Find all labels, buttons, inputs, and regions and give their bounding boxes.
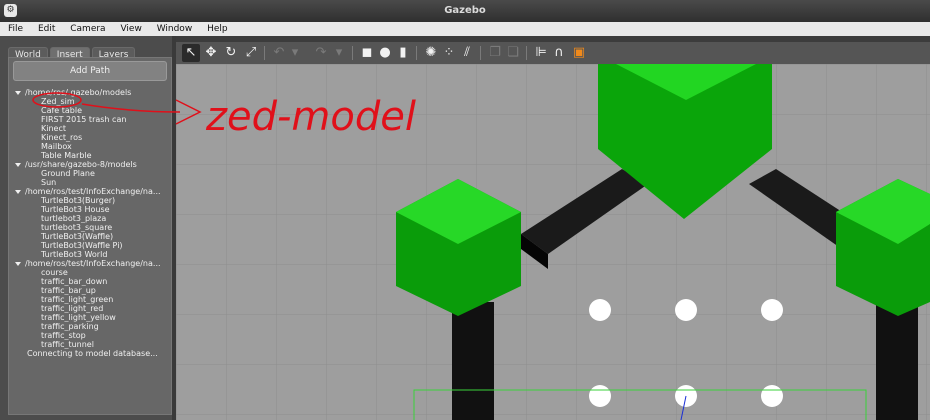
tree-folder[interactable]: /home/ros/.gazebo/models bbox=[9, 88, 171, 97]
menu-camera[interactable]: Camera bbox=[70, 24, 105, 34]
menu-edit[interactable]: Edit bbox=[38, 24, 55, 34]
tree-item[interactable]: Ground Plane bbox=[9, 169, 171, 178]
translate-icon[interactable]: ✥ bbox=[202, 44, 220, 62]
tree-item[interactable]: TurtleBot3(Waffle) bbox=[9, 232, 171, 241]
gazebo-app-icon: ⚙ bbox=[4, 4, 17, 17]
tree-item[interactable]: TurtleBot3(Waffle Pi) bbox=[9, 241, 171, 250]
tree-item[interactable]: Cafe table bbox=[9, 106, 171, 115]
model-post-left bbox=[452, 302, 494, 420]
marker-circle bbox=[761, 299, 783, 321]
toolbar-divider bbox=[480, 46, 481, 60]
toolbar-divider bbox=[352, 46, 353, 60]
tree-folder[interactable]: /home/ros/test/InfoExchange/na... bbox=[9, 187, 171, 196]
menu-file[interactable]: File bbox=[8, 24, 23, 34]
tree-item[interactable]: traffic_stop bbox=[9, 331, 171, 340]
undo-menu-icon[interactable]: ▾ bbox=[286, 44, 304, 62]
menu-help[interactable]: Help bbox=[207, 24, 228, 34]
panel-tabs: World Insert Layers bbox=[8, 42, 137, 62]
toolbar-divider bbox=[526, 46, 527, 60]
cylinder-icon[interactable]: ▮ bbox=[394, 44, 412, 62]
tree-item[interactable]: turtlebot3_plaza bbox=[9, 214, 171, 223]
tree-folder[interactable]: /usr/share/gazebo-8/models bbox=[9, 160, 171, 169]
tree-item[interactable]: traffic_light_red bbox=[9, 304, 171, 313]
folder-path: /home/ros/test/InfoExchange/na... bbox=[25, 187, 161, 196]
copy-icon[interactable]: ❐ bbox=[486, 44, 504, 62]
window-titlebar: ⚙ Gazebo bbox=[0, 0, 930, 22]
tree-item[interactable]: TurtleBot3(Burger) bbox=[9, 196, 171, 205]
marker-circle bbox=[761, 385, 783, 407]
redo-icon[interactable]: ↷ bbox=[312, 44, 330, 62]
left-panel: World Insert Layers Add Path /home/ros/.ga… bbox=[0, 36, 172, 420]
paste-icon[interactable]: ❏ bbox=[504, 44, 522, 62]
box-icon[interactable]: ◼ bbox=[358, 44, 376, 62]
tree-item[interactable]: TurtleBot3 World bbox=[9, 250, 171, 259]
scale-icon[interactable]: ⤢ bbox=[242, 44, 260, 62]
tree-item[interactable]: traffic_light_green bbox=[9, 295, 171, 304]
folder-path: /home/ros/test/InfoExchange/na... bbox=[25, 259, 161, 268]
tree-item[interactable]: traffic_tunnel bbox=[9, 340, 171, 349]
tree-item[interactable]: traffic_bar_down bbox=[9, 277, 171, 286]
tree-item[interactable]: turtlebot3_square bbox=[9, 223, 171, 232]
toolbar: ↖ ✥ ↻ ⤢ ↶ ▾ ↷ ▾ ◼ ● ▮ ✺ ⁘ ⫽ ❐ ❏ ⊫ ∩ ▣ bbox=[176, 42, 930, 64]
change-view-icon[interactable]: ▣ bbox=[570, 44, 588, 62]
insert-panel: Add Path /home/ros/.gazebo/models Zed_si… bbox=[8, 57, 172, 415]
tree-item[interactable]: Table Marble bbox=[9, 151, 171, 160]
tree-item[interactable]: traffic_parking bbox=[9, 322, 171, 331]
select-icon[interactable]: ↖ bbox=[182, 44, 200, 62]
status-text: Connecting to model database... bbox=[27, 349, 158, 358]
point-light-icon[interactable]: ✺ bbox=[422, 44, 440, 62]
folder-path: /home/ros/.gazebo/models bbox=[25, 88, 132, 97]
tree-item[interactable]: Kinect_ros bbox=[9, 133, 171, 142]
expand-arrow-icon[interactable] bbox=[15, 90, 21, 95]
window-title: Gazebo bbox=[444, 5, 486, 16]
redo-menu-icon[interactable]: ▾ bbox=[330, 44, 348, 62]
marker-circle bbox=[589, 385, 611, 407]
rotate-icon[interactable]: ↻ bbox=[222, 44, 240, 62]
menu-view[interactable]: View bbox=[120, 24, 141, 34]
add-path-button[interactable]: Add Path bbox=[13, 61, 167, 81]
marker-circle bbox=[675, 299, 697, 321]
toolbar-divider bbox=[264, 46, 265, 60]
menu-window[interactable]: Window bbox=[157, 24, 193, 34]
folder-path: /usr/share/gazebo-8/models bbox=[25, 160, 137, 169]
spot-light-icon[interactable]: ⁘ bbox=[440, 44, 458, 62]
expand-arrow-icon[interactable] bbox=[15, 261, 21, 266]
tree-item[interactable]: traffic_bar_up bbox=[9, 286, 171, 295]
tree-item[interactable]: Mailbox bbox=[9, 142, 171, 151]
tree-item[interactable]: Kinect bbox=[9, 124, 171, 133]
tree-item[interactable]: Sun bbox=[9, 178, 171, 187]
scene-render bbox=[176, 64, 930, 420]
expand-arrow-icon[interactable] bbox=[15, 189, 21, 194]
tree-item[interactable]: course bbox=[9, 268, 171, 277]
model-post-right bbox=[876, 302, 918, 420]
model-tree: /home/ros/.gazebo/models Zed_sim Cafe ta… bbox=[9, 88, 171, 358]
align-icon[interactable]: ⊫ bbox=[532, 44, 550, 62]
tree-item[interactable]: Zed_sim bbox=[9, 97, 171, 106]
toolbar-divider bbox=[416, 46, 417, 60]
3d-viewport[interactable] bbox=[176, 64, 930, 420]
expand-arrow-icon[interactable] bbox=[15, 162, 21, 167]
marker-circle bbox=[589, 299, 611, 321]
tree-folder[interactable]: /home/ros/test/InfoExchange/na... bbox=[9, 259, 171, 268]
tree-item[interactable]: traffic_light_yellow bbox=[9, 313, 171, 322]
snap-icon[interactable]: ∩ bbox=[550, 44, 568, 62]
sphere-icon[interactable]: ● bbox=[376, 44, 394, 62]
tree-item[interactable]: TurtleBot3 House bbox=[9, 205, 171, 214]
directional-light-icon[interactable]: ⫽ bbox=[458, 44, 476, 62]
tree-item[interactable]: FIRST 2015 trash can bbox=[9, 115, 171, 124]
menu-bar: File Edit Camera View Window Help bbox=[0, 22, 930, 36]
